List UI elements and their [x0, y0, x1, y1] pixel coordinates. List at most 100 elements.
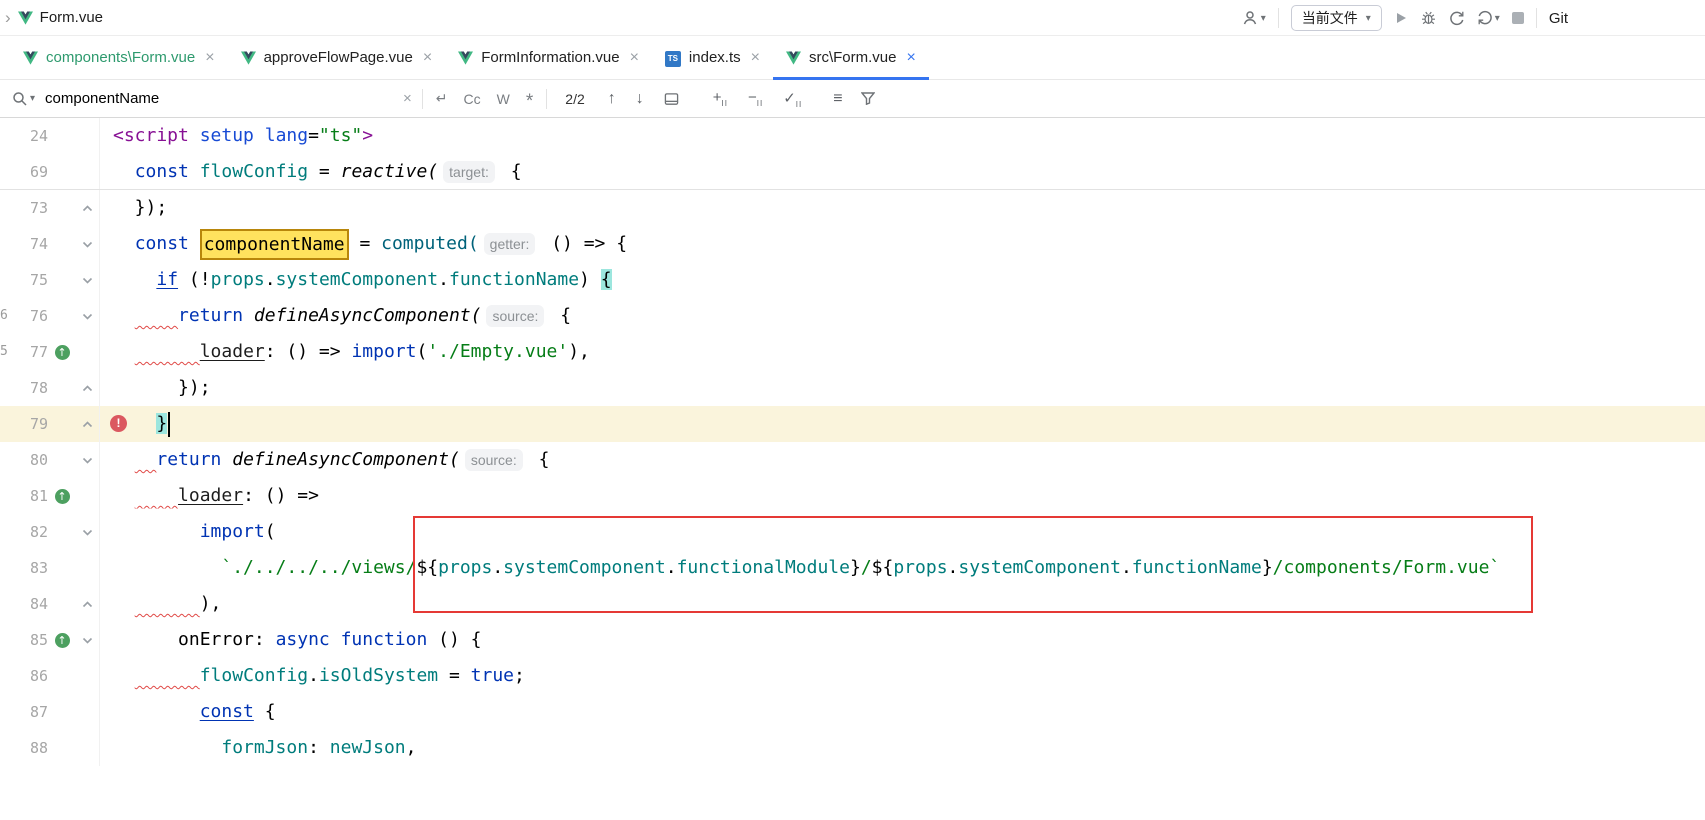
- code-text[interactable]: loader: () =>: [100, 478, 1705, 514]
- clear-search-icon[interactable]: ×: [403, 90, 412, 107]
- code-text[interactable]: });: [100, 190, 1705, 226]
- line-number[interactable]: 69: [10, 154, 48, 189]
- code-text[interactable]: const {: [100, 694, 1705, 730]
- line-number[interactable]: 86: [10, 658, 48, 694]
- code-line[interactable]: 676 return defineAsyncComponent(source: …: [0, 298, 1705, 334]
- editor-tab[interactable]: FormInformation.vue×: [445, 36, 652, 79]
- filter-icon[interactable]: [857, 92, 879, 105]
- code-line[interactable]: 78 });: [0, 370, 1705, 406]
- fold-marker-icon[interactable]: [76, 586, 100, 622]
- code-line[interactable]: 79 }!: [0, 406, 1705, 442]
- code-text[interactable]: `./../../../views/${props.systemComponen…: [100, 550, 1705, 586]
- line-number[interactable]: 81: [10, 478, 48, 514]
- code-text[interactable]: ),: [100, 586, 1705, 622]
- debug-button[interactable]: [1420, 10, 1437, 26]
- code-text[interactable]: if (!props.systemComponent.functionName)…: [100, 262, 1705, 298]
- code-line[interactable]: 577↑ loader: () => import('./Empty.vue')…: [0, 334, 1705, 370]
- code-line[interactable]: 82 import(: [0, 514, 1705, 550]
- code-text[interactable]: const componentName = computed(getter: (…: [100, 226, 1705, 262]
- whole-words-toggle[interactable]: W: [494, 90, 513, 108]
- match-case-toggle[interactable]: Cc: [461, 90, 484, 108]
- code-line[interactable]: 74 const componentName = computed(getter…: [0, 226, 1705, 262]
- code-text[interactable]: return defineAsyncComponent(source: {: [100, 442, 1705, 478]
- fold-marker-icon[interactable]: [76, 226, 100, 262]
- editor-tab[interactable]: approveFlowPage.vue×: [228, 36, 446, 79]
- editor-tab[interactable]: TSindex.ts×: [652, 36, 773, 79]
- run-button[interactable]: [1394, 11, 1408, 25]
- code-text[interactable]: });: [100, 370, 1705, 406]
- code-line[interactable]: 80 return defineAsyncComponent(source: {: [0, 442, 1705, 478]
- code-text[interactable]: }!: [100, 406, 1705, 442]
- line-number[interactable]: 75: [10, 262, 48, 298]
- code-line[interactable]: 75 if (!props.systemComponent.functionNa…: [0, 262, 1705, 298]
- close-tab-icon[interactable]: ×: [423, 49, 432, 67]
- code-text[interactable]: onError: async function () {: [100, 622, 1705, 658]
- line-number[interactable]: 76: [10, 298, 48, 334]
- line-number[interactable]: 87: [10, 694, 48, 730]
- user-profile-icon[interactable]: ▾: [1241, 10, 1266, 26]
- line-number[interactable]: 88: [10, 730, 48, 766]
- profiler-icon[interactable]: [1449, 10, 1465, 26]
- newline-icon[interactable]: ↵: [433, 89, 451, 108]
- select-all-occurrences-icon[interactable]: ✓II: [778, 89, 807, 109]
- line-number[interactable]: 74: [10, 226, 48, 262]
- code-text[interactable]: formJson: newJson,: [100, 730, 1705, 766]
- code-line[interactable]: 24 <script setup lang="ts">: [0, 118, 1705, 154]
- code-text[interactable]: import(: [100, 514, 1705, 550]
- stop-button[interactable]: [1512, 12, 1524, 24]
- run-configuration-selector[interactable]: 当前文件 ▾: [1291, 5, 1382, 31]
- line-number[interactable]: 83: [10, 550, 48, 586]
- code-text[interactable]: return defineAsyncComponent(source: {: [100, 298, 1705, 334]
- line-number[interactable]: 73: [10, 190, 48, 226]
- line-number[interactable]: 77: [10, 334, 48, 370]
- code-line[interactable]: 73 });: [0, 190, 1705, 226]
- fold-marker-icon[interactable]: [76, 622, 100, 658]
- implementation-marker-icon[interactable]: ↑: [55, 633, 70, 648]
- close-tab-icon[interactable]: ×: [630, 49, 639, 67]
- close-tab-icon[interactable]: ×: [906, 49, 915, 67]
- implementation-marker-icon[interactable]: ↑: [55, 489, 70, 504]
- code-line[interactable]: 86 flowConfig.isOldSystem = true;: [0, 658, 1705, 694]
- fold-marker-icon[interactable]: [76, 262, 100, 298]
- add-occurrence-icon[interactable]: +II: [708, 89, 733, 108]
- next-match-icon[interactable]: ↓: [631, 90, 649, 108]
- fold-marker-icon[interactable]: [76, 298, 100, 334]
- code-text[interactable]: loader: () => import('./Empty.vue'),: [100, 334, 1705, 370]
- close-tab-icon[interactable]: ×: [205, 49, 214, 67]
- regex-toggle[interactable]: *: [523, 90, 536, 108]
- code-text[interactable]: <script setup lang="ts">: [100, 118, 1705, 154]
- code-line[interactable]: 69 const flowConfig = reactive(target: {: [0, 154, 1705, 190]
- fold-marker-icon[interactable]: [76, 442, 100, 478]
- editor-tab[interactable]: components\Form.vue×: [10, 36, 228, 79]
- search-icon[interactable]: ▾: [12, 91, 35, 107]
- fold-marker-icon[interactable]: [76, 406, 100, 442]
- code-text[interactable]: flowConfig.isOldSystem = true;: [100, 658, 1705, 694]
- code-line[interactable]: 83 `./../../../views/${props.systemCompo…: [0, 550, 1705, 586]
- close-tab-icon[interactable]: ×: [751, 49, 760, 67]
- open-results-in-find-window-icon[interactable]: [659, 92, 684, 106]
- search-input[interactable]: componentName: [45, 90, 393, 107]
- search-options-icon[interactable]: ≡: [829, 90, 846, 108]
- editor-tab[interactable]: src\Form.vue×: [773, 36, 929, 79]
- line-number[interactable]: 79: [10, 406, 48, 442]
- editor[interactable]: 24<script setup lang="ts">69 const flowC…: [0, 118, 1705, 766]
- code-text[interactable]: const flowConfig = reactive(target: {: [100, 154, 1705, 189]
- line-number[interactable]: 24: [10, 118, 48, 154]
- fold-marker-icon[interactable]: [76, 370, 100, 406]
- line-number[interactable]: 80: [10, 442, 48, 478]
- line-number[interactable]: 84: [10, 586, 48, 622]
- implementation-marker-icon[interactable]: ↑: [55, 345, 70, 360]
- line-number[interactable]: 82: [10, 514, 48, 550]
- code-line[interactable]: 81 ↑ loader: () =>: [0, 478, 1705, 514]
- git-menu[interactable]: Git: [1549, 10, 1568, 27]
- code-line[interactable]: 88 formJson: newJson,: [0, 730, 1705, 766]
- remove-occurrence-icon[interactable]: −II: [743, 89, 768, 108]
- rerun-icon[interactable]: ▾: [1477, 10, 1500, 26]
- fold-marker-icon[interactable]: [76, 514, 100, 550]
- error-icon[interactable]: !: [110, 415, 127, 432]
- code-line[interactable]: 85 ↑ onError: async function () {: [0, 622, 1705, 658]
- line-number[interactable]: 85: [10, 622, 48, 658]
- previous-match-icon[interactable]: ↑: [603, 90, 621, 108]
- line-number[interactable]: 78: [10, 370, 48, 406]
- fold-marker-icon[interactable]: [76, 190, 100, 226]
